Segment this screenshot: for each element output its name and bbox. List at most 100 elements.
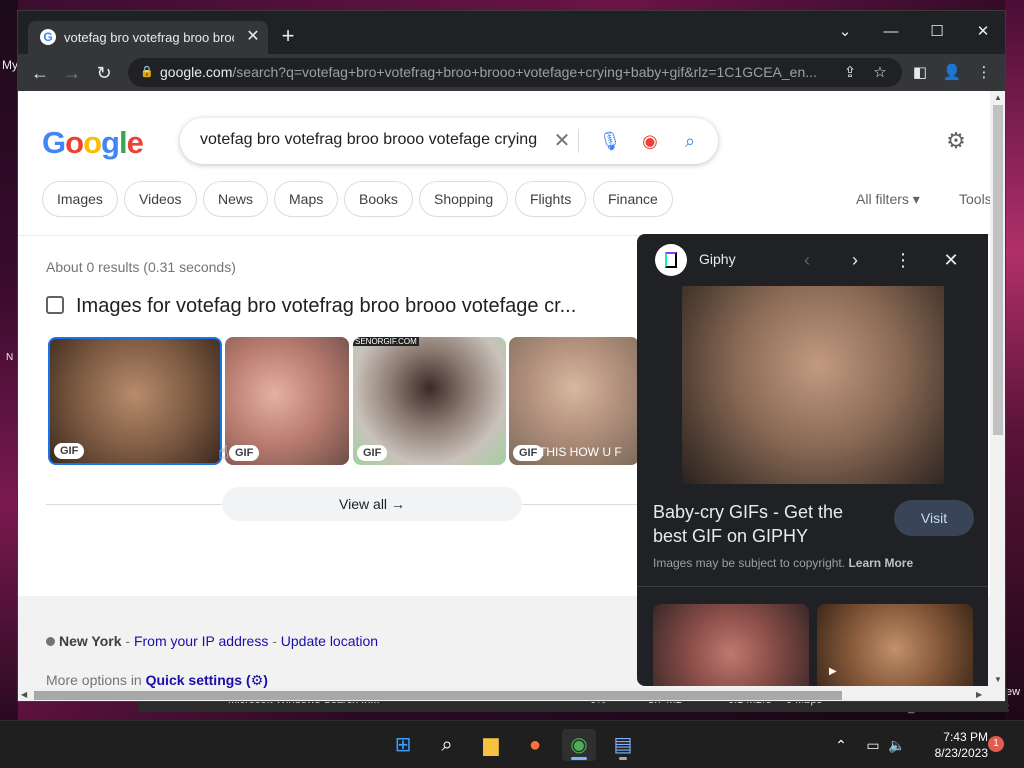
gif-badge: GIF	[357, 445, 388, 461]
browser-tab[interactable]: G votefag bro votefrag broo brooo ✕	[28, 21, 268, 54]
preview-image[interactable]	[682, 286, 944, 484]
chip-videos[interactable]: Videos	[124, 181, 197, 217]
image-result[interactable]: GIF	[48, 337, 222, 465]
new-tab-icon[interactable]: +	[276, 25, 300, 49]
all-filters-button[interactable]: All filters ▾	[856, 191, 920, 208]
tab-title: votefag bro votefrag broo brooo	[64, 30, 234, 45]
images-section-heading[interactable]: Images for votefag bro votefrag broo bro…	[46, 295, 646, 318]
more-options-line: More options in Quick settings (⚙)	[46, 672, 268, 688]
voice-search-icon[interactable]: 🎙	[598, 129, 622, 153]
divider	[637, 586, 988, 587]
scroll-left-icon[interactable]: ◀	[21, 690, 27, 699]
chevron-up-icon[interactable]: ⌃	[830, 735, 852, 755]
maximize-icon[interactable]: ☐	[922, 17, 952, 47]
visit-button[interactable]: Visit	[894, 500, 974, 536]
firefox-icon[interactable]: ●	[518, 729, 552, 761]
lock-icon[interactable]: 🔒	[140, 65, 154, 79]
result-stats: About 0 results (0.31 seconds)	[46, 259, 236, 275]
close-window-icon[interactable]: ✕	[968, 17, 998, 47]
horizontal-scrollbar[interactable]: ◀ ▶	[18, 688, 1005, 701]
clear-search-icon[interactable]: ✕	[550, 129, 574, 153]
menu-kebab-icon[interactable]: ⋮	[972, 61, 996, 85]
panel-source[interactable]: Giphy	[699, 251, 736, 267]
settings-gear-icon: ⚙	[250, 672, 264, 688]
settings-gear-icon[interactable]: ⚙	[943, 128, 969, 154]
learn-more-link[interactable]: Learn More	[848, 556, 913, 570]
more-options-icon[interactable]: ⋮	[891, 248, 915, 272]
google-logo[interactable]: Google	[42, 125, 144, 161]
chip-finance[interactable]: Finance	[593, 181, 673, 217]
view-all-button[interactable]: View all →	[222, 487, 522, 521]
search-input[interactable]: votefag bro votefrag broo brooo votefage…	[200, 131, 545, 149]
notification-badge[interactable]: 1	[988, 736, 1004, 752]
chip-images[interactable]: Images	[42, 181, 118, 217]
reload-icon[interactable]: ↻	[92, 61, 116, 85]
quick-settings-link[interactable]: Quick settings (⚙)	[146, 672, 268, 688]
image-preview-panel: Giphy ‹ › ⋮ ✕ Baby-cry GIFs - Get the be…	[637, 234, 988, 686]
forward-icon[interactable]: →	[60, 61, 84, 85]
desktop-label: My	[2, 58, 18, 72]
image-result[interactable]: THIS HOW U F GIF	[509, 337, 639, 465]
image-result[interactable]: SENORGIF.COM GIF	[353, 337, 506, 465]
image-caption: THIS HOW U F	[539, 445, 622, 459]
volume-icon[interactable]: 🔈	[886, 735, 908, 755]
chip-shopping[interactable]: Shopping	[419, 181, 509, 217]
logo-letter: o	[65, 125, 84, 160]
panel-header: Giphy ‹ › ⋮ ✕	[637, 234, 988, 286]
start-icon[interactable]: ⊞	[386, 729, 420, 761]
gif-badge: GIF	[513, 445, 544, 461]
back-icon[interactable]: ←	[28, 61, 52, 85]
search-icon[interactable]: ⌕	[678, 129, 702, 153]
network-icon[interactable]: ▭	[862, 735, 884, 755]
side-panel-icon[interactable]: ◧	[908, 61, 932, 85]
search-divider	[578, 129, 579, 153]
tab-search-icon[interactable]: ⌄	[830, 17, 860, 47]
giphy-logo-icon	[655, 244, 687, 276]
address-bar[interactable]: 🔒 google.com/search?q=votefag+bro+votefr…	[128, 58, 902, 87]
logo-letter: l	[118, 125, 128, 160]
lens-search-icon[interactable]: ◉	[638, 129, 662, 153]
profile-icon[interactable]: 👤	[940, 61, 964, 85]
tab-close-icon[interactable]: ✕	[244, 28, 262, 46]
previous-icon[interactable]: ‹	[795, 248, 819, 272]
title-bar: G votefag bro votefrag broo brooo ✕ + ⌄ …	[18, 11, 1005, 54]
play-icon: ▶	[829, 666, 837, 677]
search-icon[interactable]: ⌕	[430, 729, 464, 761]
minimize-icon[interactable]: —	[876, 17, 906, 47]
chrome-icon[interactable]: ◉	[562, 729, 596, 761]
close-panel-icon[interactable]: ✕	[939, 248, 963, 272]
next-icon[interactable]: ›	[843, 248, 867, 272]
image-icon	[46, 296, 64, 314]
search-box[interactable]: votefag bro votefrag broo brooo votefage…	[180, 118, 718, 164]
vertical-scrollbar[interactable]: ▲ ▼	[990, 91, 1005, 688]
share-icon[interactable]: ⇪	[840, 63, 860, 83]
logo-letter: g	[101, 125, 120, 160]
scroll-right-icon[interactable]: ▶	[976, 690, 982, 699]
file-explorer-icon[interactable]: ▆	[474, 729, 508, 761]
related-image[interactable]	[653, 604, 809, 686]
taskbar: ⊞ ⌕ ▆ ● ◉ ▤ ⌃ ▭ 🔈 7:43 PM 8/23/2023 1	[0, 720, 1024, 768]
scrollbar-thumb[interactable]	[34, 691, 842, 700]
url-text[interactable]: google.com/search?q=votefag+bro+votefrag…	[160, 64, 840, 80]
chip-maps[interactable]: Maps	[274, 181, 339, 217]
bookmark-star-icon[interactable]: ☆	[870, 63, 890, 83]
scroll-down-icon[interactable]: ▼	[994, 675, 1002, 684]
image-result[interactable]: GIF	[225, 337, 349, 465]
hand-cursor-icon: ☝	[218, 442, 229, 462]
ip-address-link[interactable]: From your IP address	[134, 633, 268, 649]
gif-badge: GIF	[54, 443, 85, 459]
chip-flights[interactable]: Flights	[515, 181, 587, 217]
chip-books[interactable]: Books	[344, 181, 413, 217]
update-location-link[interactable]: Update location	[281, 633, 378, 649]
clock[interactable]: 7:43 PM 8/23/2023	[908, 729, 988, 761]
task-manager-icon[interactable]: ▤	[606, 729, 640, 761]
location-line: New York - From your IP address - Update…	[46, 633, 378, 649]
panel-title[interactable]: Baby-cry GIFs - Get the best GIF on GIPH…	[653, 500, 873, 548]
related-image[interactable]: ▶	[817, 604, 973, 686]
scroll-up-icon[interactable]: ▲	[994, 93, 1002, 102]
scrollbar-thumb[interactable]	[993, 105, 1003, 435]
tools-button[interactable]: Tools	[959, 191, 990, 207]
chip-news[interactable]: News	[203, 181, 269, 217]
gif-badge: GIF	[229, 445, 260, 461]
desktop-label: N	[6, 352, 14, 363]
